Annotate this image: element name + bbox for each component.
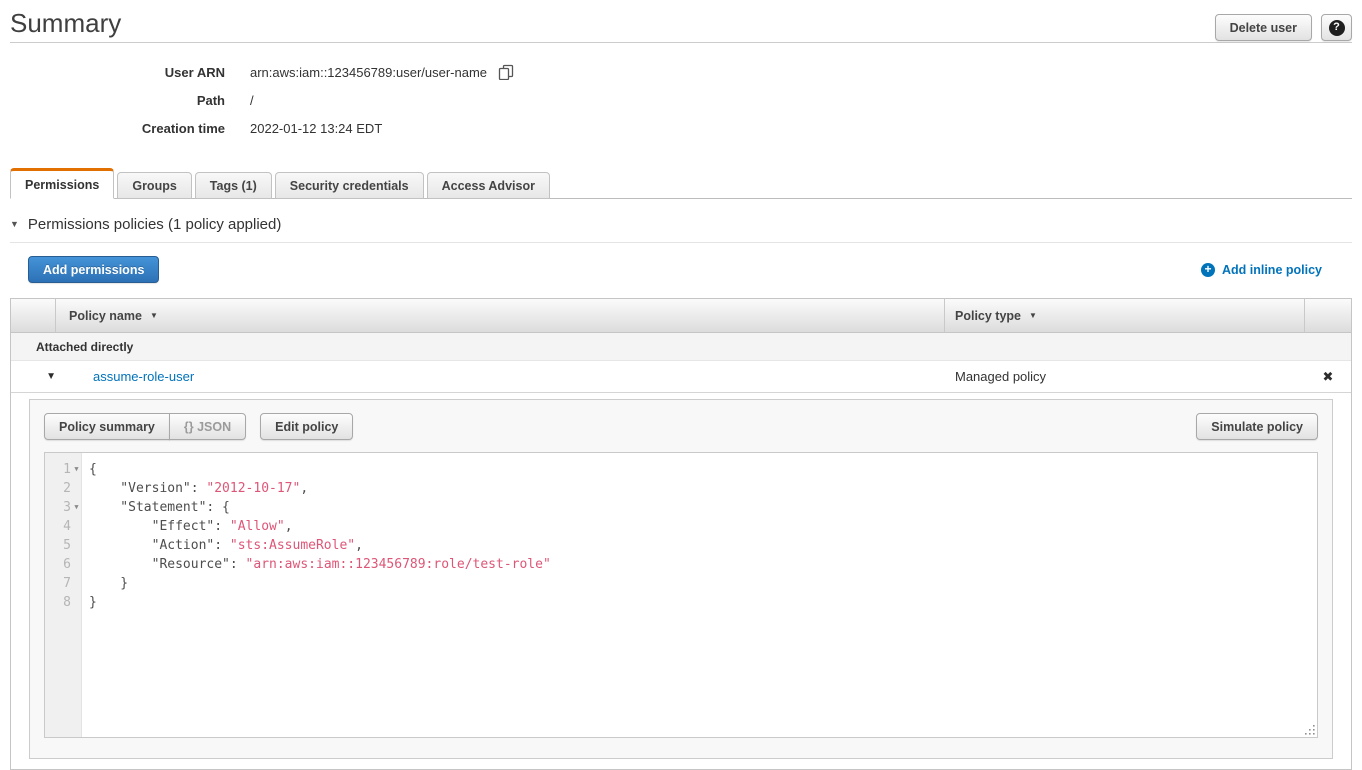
copy-icon[interactable] <box>498 64 514 80</box>
expand-column-header <box>11 299 56 332</box>
fold-caret-icon[interactable]: ▼ <box>71 498 82 517</box>
tab-bar: Permissions Groups Tags (1) Security cre… <box>10 168 1352 199</box>
collapse-row-icon[interactable]: ▼ <box>46 371 56 382</box>
policy-summary-button[interactable]: Policy summary <box>44 413 170 440</box>
tab-groups[interactable]: Groups <box>117 172 191 199</box>
policy-table: Policy name ▼ Policy type ▼ Attached dir… <box>10 298 1352 770</box>
detail-row-path: Path / <box>10 86 1352 114</box>
sort-caret-icon: ▼ <box>150 311 158 320</box>
policy-json-code: 1▼{2 "Version": "2012-10-17",3▼ "Stateme… <box>45 453 1317 612</box>
code-line: 4 "Effect": "Allow", <box>45 517 1317 536</box>
code-text: } <box>82 593 97 612</box>
policy-type-column-header[interactable]: Policy type ▼ <box>945 299 1305 332</box>
tab-tags[interactable]: Tags (1) <box>195 172 272 199</box>
user-arn-label: User ARN <box>10 65 250 80</box>
line-number: 5 <box>45 536 71 555</box>
code-text: "Resource": "arn:aws:iam::123456789:role… <box>82 555 551 574</box>
plus-circle-icon: + <box>1201 263 1215 277</box>
fold-spacer <box>71 555 82 574</box>
fold-caret-icon[interactable]: ▼ <box>71 460 82 479</box>
sort-caret-icon: ▼ <box>1029 311 1037 320</box>
header-actions: Delete user ? <box>1215 14 1352 41</box>
page-title: Summary <box>10 8 121 39</box>
json-view-button[interactable]: {} JSON <box>169 413 246 440</box>
table-row: ▼ assume-role-user Managed policy ✖ <box>11 361 1351 393</box>
line-number: 4 <box>45 517 71 536</box>
expanded-policy-detail: Policy summary {} JSON Edit policy Simul… <box>11 393 1351 769</box>
tab-permissions[interactable]: Permissions <box>10 168 114 199</box>
add-inline-policy-link[interactable]: + Add inline policy <box>1201 263 1322 277</box>
code-line: 2 "Version": "2012-10-17", <box>45 479 1317 498</box>
json-policy-editor[interactable]: 1▼{2 "Version": "2012-10-17",3▼ "Stateme… <box>44 452 1318 738</box>
simulate-policy-button[interactable]: Simulate policy <box>1196 413 1318 440</box>
delete-user-button[interactable]: Delete user <box>1215 14 1312 41</box>
resize-handle-icon[interactable] <box>1303 723 1316 736</box>
detail-row-user-arn: User ARN arn:aws:iam::123456789:user/use… <box>10 58 1352 86</box>
code-text: { <box>82 460 97 479</box>
line-number: 3 <box>45 498 71 517</box>
code-line: 5 "Action": "sts:AssumeRole", <box>45 536 1317 555</box>
fold-spacer <box>71 593 82 612</box>
detail-row-creation-time: Creation time 2022-01-12 13:24 EDT <box>10 114 1352 142</box>
detach-policy-icon[interactable]: ✖ <box>1323 370 1334 383</box>
code-line: 7 } <box>45 574 1317 593</box>
code-line: 8} <box>45 593 1317 612</box>
code-text: "Statement": { <box>82 498 230 517</box>
code-text: "Version": "2012-10-17", <box>82 479 308 498</box>
chevron-down-icon: ▼ <box>10 220 19 229</box>
policy-actions-row: Add permissions + Add inline policy <box>10 256 1352 283</box>
code-text: "Action": "sts:AssumeRole", <box>82 536 363 555</box>
fold-spacer <box>71 574 82 593</box>
line-number: 7 <box>45 574 71 593</box>
line-number: 8 <box>45 593 71 612</box>
path-value: / <box>250 93 254 108</box>
fold-spacer <box>71 536 82 555</box>
fold-spacer <box>71 479 82 498</box>
section-divider <box>10 242 1352 243</box>
help-button[interactable]: ? <box>1321 14 1352 41</box>
policy-panel: Policy summary {} JSON Edit policy Simul… <box>29 399 1333 759</box>
view-segmented-control: Policy summary {} JSON <box>44 413 246 440</box>
line-number: 2 <box>45 479 71 498</box>
line-number: 6 <box>45 555 71 574</box>
permissions-policies-title: Permissions policies (1 policy applied) <box>28 216 281 233</box>
code-line: 3▼ "Statement": { <box>45 498 1317 517</box>
edit-policy-button[interactable]: Edit policy <box>260 413 353 440</box>
user-arn-value: arn:aws:iam::123456789:user/user-name <box>250 65 487 80</box>
line-number: 1 <box>45 460 71 479</box>
code-text: } <box>82 574 128 593</box>
tab-access-advisor[interactable]: Access Advisor <box>427 172 550 199</box>
policy-name-column-header[interactable]: Policy name ▼ <box>56 299 945 332</box>
policy-detail-toolbar: Policy summary {} JSON Edit policy Simul… <box>44 413 1318 440</box>
policy-name-link[interactable]: assume-role-user <box>93 369 194 384</box>
iam-user-summary-page: Summary Delete user ? User ARN arn:aws:i… <box>0 0 1362 770</box>
action-column-header <box>1305 299 1351 332</box>
tab-security-credentials[interactable]: Security credentials <box>275 172 424 199</box>
creation-time-value: 2022-01-12 13:24 EDT <box>250 121 382 136</box>
attached-directly-group-row: Attached directly <box>11 333 1351 361</box>
policy-type-value: Managed policy <box>945 369 1305 384</box>
code-line: 1▼{ <box>45 460 1317 479</box>
path-label: Path <box>10 93 250 108</box>
fold-spacer <box>71 517 82 536</box>
creation-time-label: Creation time <box>10 121 250 136</box>
code-text: "Effect": "Allow", <box>82 517 293 536</box>
code-line: 6 "Resource": "arn:aws:iam::123456789:ro… <box>45 555 1317 574</box>
permissions-policies-section-toggle[interactable]: ▼ Permissions policies (1 policy applied… <box>10 216 1352 233</box>
add-permissions-button[interactable]: Add permissions <box>28 256 159 283</box>
question-mark-icon: ? <box>1329 20 1345 36</box>
page-header: Summary Delete user ? <box>10 0 1352 42</box>
policy-table-header: Policy name ▼ Policy type ▼ <box>11 299 1351 333</box>
user-details: User ARN arn:aws:iam::123456789:user/use… <box>10 43 1352 154</box>
